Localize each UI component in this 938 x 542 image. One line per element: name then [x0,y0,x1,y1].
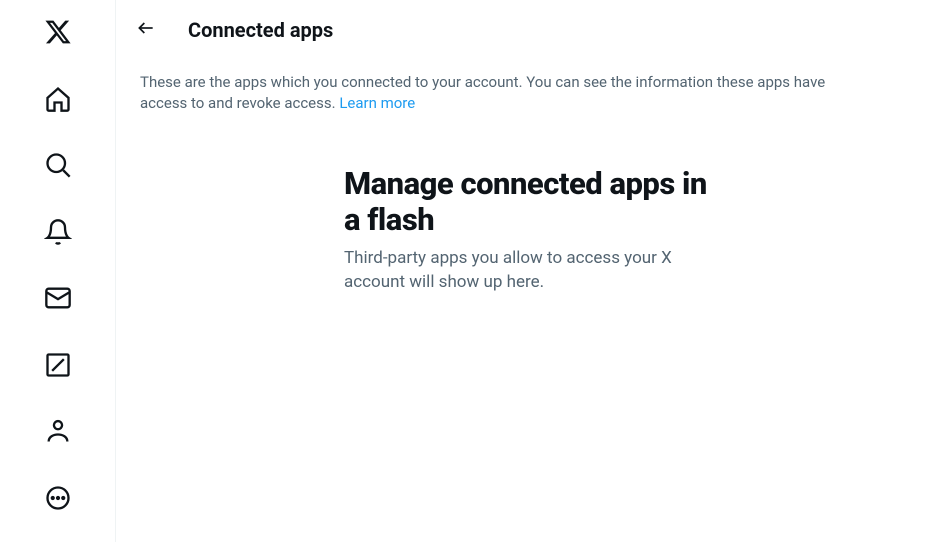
home-icon [44,85,72,117]
learn-more-link[interactable]: Learn more [339,94,415,112]
description: These are the apps which you connected t… [116,60,876,126]
bell-icon [44,218,72,250]
more-icon [44,484,72,516]
search-icon [44,151,72,183]
x-logo-icon [44,18,72,50]
sidebar-item-profile[interactable] [33,409,83,458]
empty-state-subtitle: Third-party apps you allow to access you… [344,247,710,295]
description-text: These are the apps which you connected t… [140,73,825,112]
back-button[interactable] [128,12,164,48]
sidebar-item-more[interactable] [33,476,83,525]
sidebar-item-search[interactable] [33,143,83,192]
sidebar-item-grok[interactable] [33,343,83,392]
empty-state-title: Manage connected apps in a flash [344,166,710,237]
main-content: Connected apps These are the apps which … [116,0,938,542]
sidebar-item-logo[interactable] [33,10,83,59]
arrow-left-icon [136,18,156,42]
sidebar-item-notifications[interactable] [33,210,83,259]
empty-state: Manage connected apps in a flash Third-p… [312,166,742,295]
page-title: Connected apps [188,18,333,42]
header: Connected apps [116,0,938,60]
profile-icon [44,417,72,449]
grok-icon [44,351,72,383]
sidebar [0,0,116,542]
sidebar-item-home[interactable] [33,77,83,126]
sidebar-item-messages[interactable] [33,276,83,325]
envelope-icon [44,284,72,316]
